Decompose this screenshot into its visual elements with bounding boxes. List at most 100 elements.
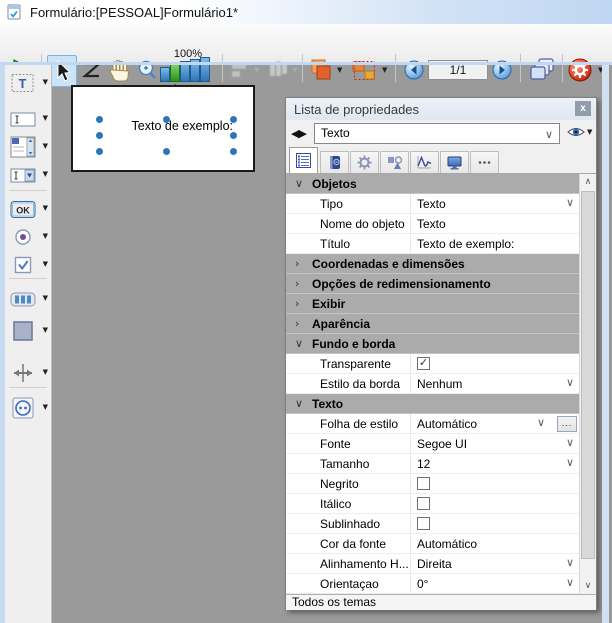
events-tab[interactable] bbox=[410, 151, 439, 173]
chevron-down-icon[interactable]: ∨ bbox=[566, 376, 574, 389]
chevron-down-icon[interactable]: ▼ bbox=[43, 114, 48, 122]
chevron-down-icon[interactable]: ▼ bbox=[43, 170, 48, 178]
selection-handle[interactable] bbox=[230, 116, 237, 123]
chevron-right-icon: › bbox=[295, 257, 299, 270]
distribute-dropdown-icon[interactable]: ▼ bbox=[292, 66, 297, 74]
checkbox-tool[interactable] bbox=[9, 252, 37, 278]
chevron-down-icon[interactable]: ▼ bbox=[43, 142, 48, 150]
panel-titlebar[interactable]: Lista de propriedades bbox=[286, 98, 596, 120]
display-tab[interactable] bbox=[440, 151, 469, 173]
distribute-button[interactable] bbox=[266, 55, 290, 85]
align-button[interactable] bbox=[228, 55, 252, 85]
property-value[interactable]: 12∨ bbox=[411, 454, 579, 473]
text-object[interactable]: Texto de exemplo: bbox=[99, 118, 233, 150]
zoom-bar-100[interactable] bbox=[170, 63, 180, 82]
group-dropdown-icon[interactable]: ▼ bbox=[382, 66, 387, 74]
checkbox-unchecked[interactable] bbox=[417, 497, 430, 510]
object-selector-dropdown[interactable]: Texto ∨ bbox=[314, 123, 560, 144]
settings-tab[interactable] bbox=[350, 151, 379, 173]
scrollbar-thumb[interactable] bbox=[581, 191, 595, 559]
button-tool[interactable]: OK bbox=[9, 196, 37, 222]
more-tab[interactable] bbox=[470, 151, 499, 173]
next-page-button[interactable] bbox=[492, 55, 512, 85]
scroll-down-icon[interactable]: ∨ bbox=[580, 578, 596, 594]
ellipsis-button[interactable]: ... bbox=[557, 416, 577, 432]
database-tab[interactable] bbox=[320, 151, 349, 173]
chevron-down-icon[interactable]: ▼ bbox=[43, 368, 48, 376]
selection-handle[interactable] bbox=[230, 132, 237, 139]
pan-tool[interactable] bbox=[106, 55, 134, 85]
settings-button[interactable] bbox=[567, 55, 593, 85]
form-pages-button[interactable] bbox=[527, 55, 557, 85]
tab-order-tool[interactable] bbox=[78, 55, 106, 85]
visibility-button[interactable]: ▼ bbox=[567, 126, 592, 138]
prev-page-button[interactable] bbox=[404, 55, 424, 85]
checkbox-unchecked[interactable] bbox=[417, 517, 430, 530]
section-header[interactable]: ∨Fundo e borda bbox=[286, 334, 579, 354]
section-header[interactable]: ›Coordenadas e dimensões bbox=[286, 254, 579, 274]
property-value[interactable]: Texto de exemplo: bbox=[411, 234, 579, 253]
layers-dropdown-icon[interactable]: ▼ bbox=[337, 66, 342, 74]
chevron-down-icon[interactable]: ▼ bbox=[43, 326, 48, 334]
checkbox-checked[interactable]: ✓ bbox=[417, 357, 430, 370]
selection-handle[interactable] bbox=[96, 116, 103, 123]
zoom-bar-50[interactable] bbox=[160, 67, 170, 82]
property-value[interactable]: ✓ bbox=[411, 354, 579, 373]
property-value[interactable]: Direita∨ bbox=[411, 554, 579, 573]
group-button[interactable] bbox=[350, 55, 378, 85]
chevron-down-icon[interactable]: ▼ bbox=[43, 403, 48, 411]
chevron-down-icon[interactable]: ∨ bbox=[566, 556, 574, 569]
input-tool[interactable] bbox=[9, 106, 37, 132]
property-value[interactable] bbox=[411, 494, 579, 513]
property-value[interactable]: Automático bbox=[411, 534, 579, 553]
selection-handle[interactable] bbox=[96, 132, 103, 139]
property-list-tab[interactable] bbox=[289, 147, 318, 173]
rectangle-tool[interactable] bbox=[9, 318, 37, 344]
combobox-tool[interactable] bbox=[9, 162, 37, 188]
object-pager-buttons[interactable]: ◀▶ bbox=[291, 127, 306, 140]
layers-button[interactable] bbox=[308, 55, 334, 85]
chevron-down-icon[interactable]: ∨ bbox=[537, 416, 545, 429]
section-header[interactable]: ›Aparência bbox=[286, 314, 579, 334]
section-header[interactable]: ∨Objetos bbox=[286, 174, 579, 194]
align-dropdown-icon[interactable]: ▼ bbox=[254, 66, 259, 74]
listbox-tool[interactable] bbox=[9, 134, 37, 160]
chevron-down-icon[interactable]: ∨ bbox=[566, 436, 574, 449]
panel-scrollbar[interactable]: ∧ ∨ bbox=[579, 174, 596, 594]
scroll-up-icon[interactable]: ∧ bbox=[580, 174, 596, 190]
zoom-bar-800[interactable] bbox=[200, 57, 210, 82]
selection-handle[interactable] bbox=[163, 116, 170, 123]
property-value[interactable]: 0°∨ bbox=[411, 574, 579, 593]
zoom-level-widget[interactable]: 100% bbox=[160, 49, 216, 85]
property-value[interactable]: Segoe UI∨ bbox=[411, 434, 579, 453]
property-value[interactable] bbox=[411, 474, 579, 493]
property-value[interactable] bbox=[411, 514, 579, 533]
checkbox-unchecked[interactable] bbox=[417, 477, 430, 490]
chevron-down-icon[interactable]: ∨ bbox=[566, 456, 574, 469]
chevron-down-icon[interactable]: ∨ bbox=[566, 576, 574, 589]
section-header[interactable]: ∨Texto bbox=[286, 394, 579, 414]
property-value[interactable]: Texto∨ bbox=[411, 194, 579, 213]
chevron-down-icon[interactable]: ▼ bbox=[43, 204, 48, 212]
selection-handle[interactable] bbox=[163, 148, 170, 155]
splitter-tool[interactable] bbox=[9, 360, 37, 386]
chevron-down-icon[interactable]: ▼ bbox=[43, 232, 48, 240]
radio-tool[interactable] bbox=[9, 224, 37, 250]
plugin-tool[interactable] bbox=[9, 395, 37, 421]
chevron-down-icon[interactable]: ▼ bbox=[43, 78, 48, 86]
property-value[interactable]: Nenhum∨ bbox=[411, 374, 579, 393]
chevron-down-icon[interactable]: ▼ bbox=[43, 260, 48, 268]
selection-handle[interactable] bbox=[230, 148, 237, 155]
chevron-down-icon[interactable]: ▼ bbox=[43, 294, 48, 302]
toolbar-buttons-tool[interactable] bbox=[9, 286, 37, 312]
chevron-down-icon[interactable]: ∨ bbox=[566, 196, 574, 209]
section-header[interactable]: ›Exibir bbox=[286, 294, 579, 314]
zoom-tool[interactable] bbox=[132, 55, 160, 85]
text-tool[interactable]: T bbox=[9, 70, 37, 96]
selection-handle[interactable] bbox=[96, 148, 103, 155]
close-icon[interactable]: x bbox=[575, 101, 591, 116]
section-header[interactable]: ›Opções de redimensionamento bbox=[286, 274, 579, 294]
property-value[interactable]: Automático∨... bbox=[411, 414, 579, 433]
property-value[interactable]: Texto bbox=[411, 214, 579, 233]
shapes-tab[interactable] bbox=[380, 151, 409, 173]
